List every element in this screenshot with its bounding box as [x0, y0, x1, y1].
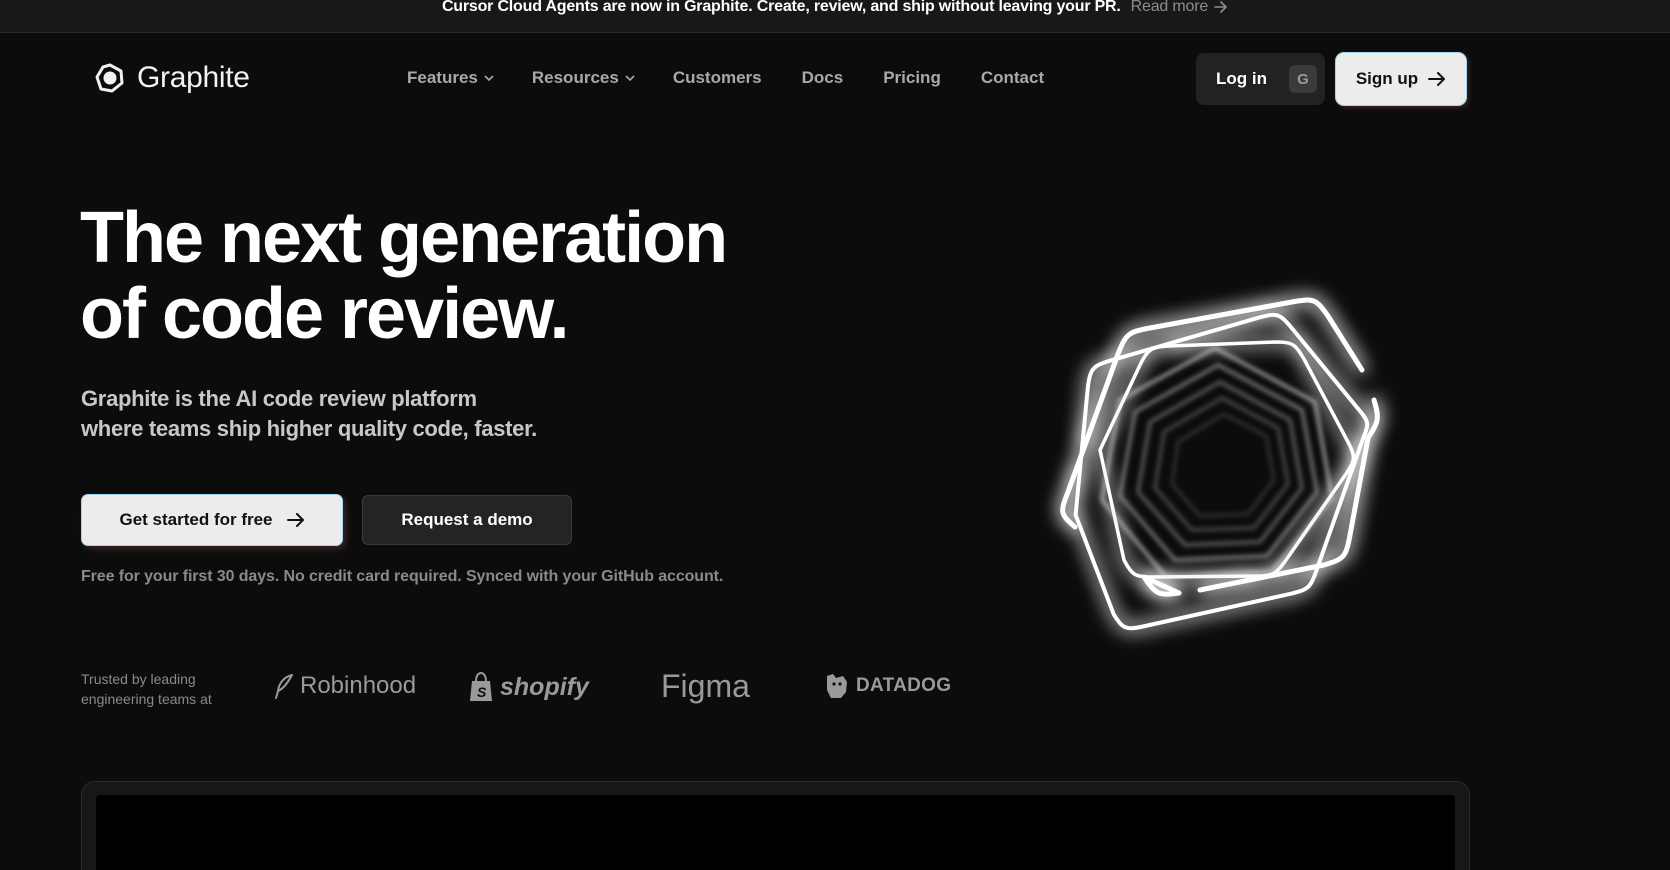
- product-preview: [96, 795, 1455, 870]
- robinhood-logo: Robinhood: [274, 672, 416, 700]
- nav-features-label: Features: [407, 68, 478, 87]
- dog-icon: [827, 674, 847, 698]
- nav-contact[interactable]: Contact: [981, 68, 1044, 88]
- graphite-logo[interactable]: Graphite: [95, 61, 250, 95]
- main-nav: Features Resources Customers Docs Pricin…: [407, 68, 1044, 88]
- announcement-message: Cursor Cloud Agents are now in Graphite.…: [441, 0, 1121, 15]
- trusted-line1: Trusted by leading: [81, 671, 196, 687]
- svg-text:S: S: [477, 684, 487, 700]
- read-more-label: Read more: [1130, 0, 1209, 15]
- feather-icon: [275, 674, 293, 699]
- figma-wordmark: Figma: [661, 668, 750, 704]
- nav-customers[interactable]: Customers: [673, 68, 762, 88]
- nav-pricing[interactable]: Pricing: [883, 68, 941, 88]
- chevron-down-icon: [484, 74, 494, 81]
- nav-features[interactable]: Features: [407, 68, 494, 88]
- page: Cursor Cloud Agents are now in Graphite.…: [0, 0, 1670, 870]
- hero-fineprint: Free for your first 30 days. No credit c…: [81, 568, 724, 585]
- shopping-bag-icon: S: [470, 672, 492, 701]
- nav-resources[interactable]: Resources: [532, 68, 635, 88]
- hero-headline-line1: The next generation: [80, 198, 728, 278]
- hero-headline-line2: of code review.: [80, 274, 570, 354]
- chevron-down-icon: [625, 74, 635, 81]
- login-shortcut-key: G: [1288, 65, 1317, 93]
- hero-subtitle-line2: where teams ship higher quality code, fa…: [81, 416, 537, 441]
- arrow-right-icon: [286, 513, 304, 527]
- datadog-logo: DATADOG: [824, 672, 951, 700]
- arrow-right-icon: [1428, 72, 1446, 86]
- read-more-link[interactable]: Read more: [1131, 0, 1228, 16]
- nav-docs[interactable]: Docs: [802, 68, 844, 88]
- logo-text: Graphite: [137, 61, 250, 94]
- get-started-label: Get started for free: [119, 510, 273, 529]
- login-label: Log in: [1216, 69, 1267, 88]
- announcement-bar: Cursor Cloud Agents are now in Graphite.…: [0, 0, 1670, 33]
- signup-button[interactable]: Sign up: [1336, 53, 1466, 105]
- trusted-line2: engineering teams at: [81, 691, 212, 707]
- graphite-logo-icon: [95, 63, 124, 93]
- hero-headline: The next generation of code review.: [80, 200, 780, 352]
- robinhood-wordmark: Robinhood: [300, 672, 417, 699]
- trusted-by-label: Trusted by leading engineering teams at: [81, 669, 241, 709]
- login-button[interactable]: Log in G: [1196, 53, 1325, 105]
- shopify-wordmark: shopify: [500, 672, 589, 701]
- hero-subtitle-line1: Graphite is the AI code review platform: [81, 386, 477, 411]
- arrow-right-icon: [1214, 1, 1227, 13]
- figma-logo: Figma: [661, 668, 750, 705]
- datadog-wordmark: DATADOG: [856, 675, 952, 696]
- get-started-button[interactable]: Get started for free: [82, 495, 342, 545]
- request-demo-button[interactable]: Request a demo: [362, 495, 572, 545]
- glowing-hexagon-illustration: [1060, 297, 1380, 631]
- shopify-logo: S shopify: [468, 672, 589, 702]
- nav-resources-label: Resources: [531, 68, 619, 87]
- hero-subtitle: Graphite is the AI code review platform …: [81, 384, 561, 444]
- signup-label: Sign up: [1355, 69, 1419, 88]
